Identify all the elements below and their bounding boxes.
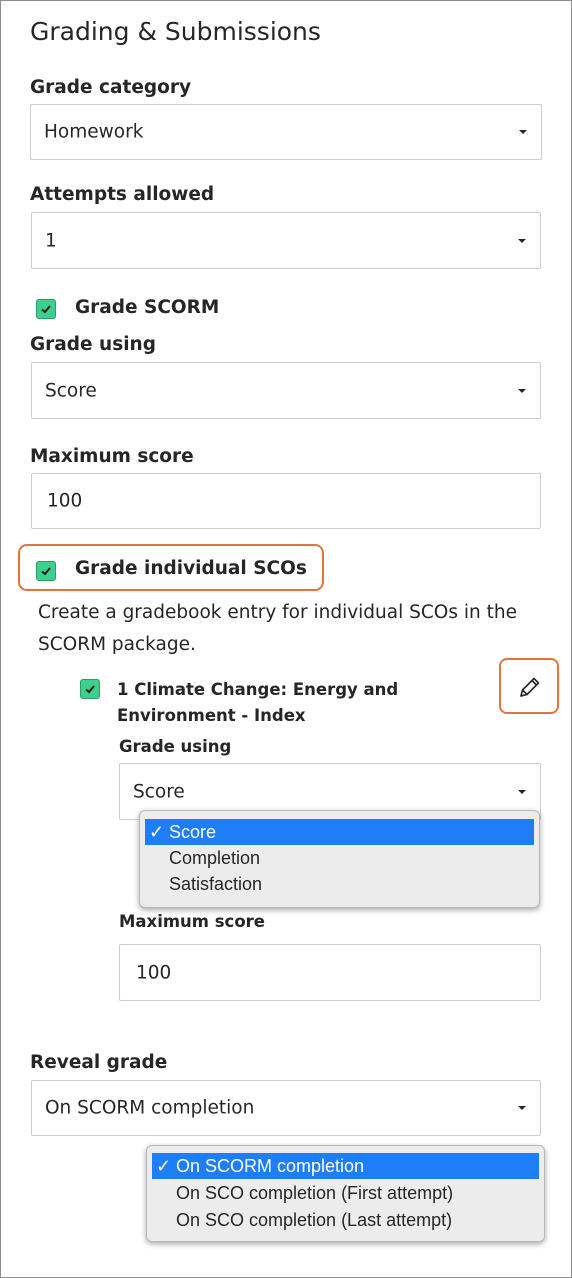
option-label: Completion xyxy=(169,848,261,868)
sco-item-title: 1 Climate Change: Energy and Environment… xyxy=(117,680,399,725)
option-label: On SCO completion (First attempt) xyxy=(176,1183,454,1203)
dropdown-option[interactable]: ✓ Score xyxy=(145,819,534,845)
attempts-allowed-label: Attempts allowed xyxy=(30,184,215,205)
section-title: Grading & Submissions xyxy=(30,17,321,46)
dropdown-option[interactable]: Completion xyxy=(145,845,534,871)
check-icon: ✓ xyxy=(149,822,165,842)
attempts-allowed-value: 1 xyxy=(45,230,57,251)
dropdown-option[interactable]: Satisfaction xyxy=(145,871,534,897)
grade-using-label: Grade using xyxy=(30,334,156,355)
grade-individual-scos-checkbox[interactable] xyxy=(36,561,56,581)
grade-individual-scos-description: Create a gradebook entry for individual … xyxy=(38,602,517,655)
dropdown-option[interactable]: On SCO completion (Last attempt) xyxy=(152,1207,539,1233)
dropdown-option[interactable]: On SCO completion (First attempt) xyxy=(152,1180,539,1206)
grade-using-select[interactable]: Score xyxy=(31,362,541,419)
reveal-grade-value: On SCORM completion xyxy=(45,1097,255,1119)
grade-category-label: Grade category xyxy=(30,77,191,98)
option-label: Score xyxy=(169,822,217,842)
checkmark-icon xyxy=(41,567,51,576)
maximum-score-input[interactable]: 100 xyxy=(31,473,541,529)
chevron-down-icon xyxy=(519,130,527,134)
grade-category-select[interactable]: Homework xyxy=(30,104,542,160)
maximum-score-value: 100 xyxy=(47,490,83,512)
sco-maximum-score-label: Maximum score xyxy=(119,912,265,931)
sco-grade-using-value: Score xyxy=(133,781,185,802)
chevron-down-icon xyxy=(518,388,526,393)
grade-using-value: Score xyxy=(45,380,97,401)
checkmark-icon xyxy=(41,305,51,314)
attempts-allowed-select[interactable]: 1 xyxy=(31,212,541,269)
option-label: On SCORM completion xyxy=(176,1156,365,1176)
chevron-down-icon xyxy=(518,1106,526,1110)
checkmark-icon xyxy=(85,685,95,694)
dropdown-option[interactable]: ✓ On SCORM completion xyxy=(152,1153,539,1179)
reveal-grade-select[interactable]: On SCORM completion xyxy=(31,1080,541,1136)
sco-maximum-score-input[interactable]: 100 xyxy=(119,944,541,1001)
grade-scorm-label: Grade SCORM xyxy=(75,297,220,318)
chevron-down-icon xyxy=(518,238,526,243)
sco-edit-button[interactable] xyxy=(499,658,559,714)
sco-grade-using-label: Grade using xyxy=(119,737,232,756)
grade-category-value: Homework xyxy=(44,121,144,143)
sco-grade-using-dropdown: ✓ Score Completion Satisfaction xyxy=(139,810,540,908)
grade-individual-scos-label: Grade individual SCOs xyxy=(75,558,307,579)
maximum-score-label: Maximum score xyxy=(30,446,194,467)
reveal-grade-label: Reveal grade xyxy=(30,1052,168,1073)
option-label: Satisfaction xyxy=(169,874,263,894)
pencil-icon xyxy=(520,677,540,697)
chevron-down-icon xyxy=(518,789,526,794)
grade-scorm-checkbox[interactable] xyxy=(36,299,56,319)
reveal-grade-dropdown: ✓ On SCORM completion On SCO completion (… xyxy=(146,1145,545,1242)
check-icon: ✓ xyxy=(156,1156,172,1176)
sco-maximum-score-value: 100 xyxy=(136,962,172,983)
option-label: On SCO completion (Last attempt) xyxy=(176,1210,453,1230)
grading-panel: Grading & Submissions Grade category Hom… xyxy=(0,0,572,1278)
sco-item-checkbox[interactable] xyxy=(80,679,100,699)
